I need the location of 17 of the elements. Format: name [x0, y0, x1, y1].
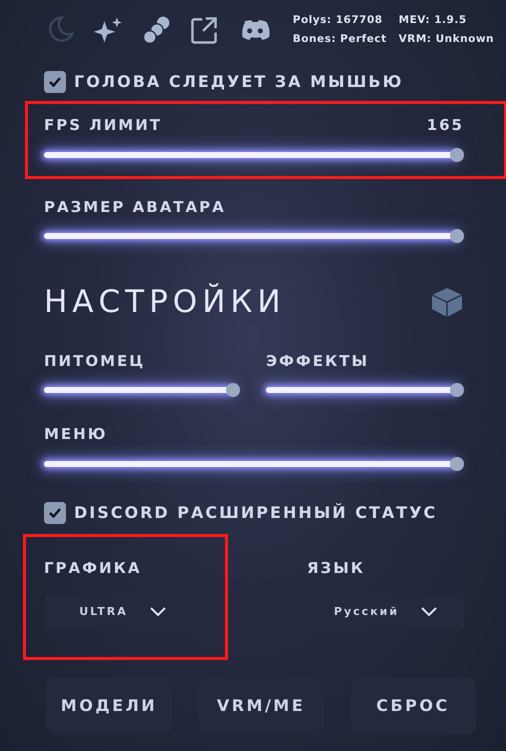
stat-text: MEV: 1.9.5: [398, 12, 468, 28]
checkbox-label: DISCORD РАСШИРЕННЫЙ СТАТУС: [74, 502, 438, 524]
stat-text: Polys: 167708: [292, 12, 384, 28]
stat-text: Bones: Perfect: [292, 32, 387, 46]
slider-label: FPS ЛИМИТ: [44, 115, 162, 136]
slider-label: МЕНЮ: [44, 424, 108, 445]
menu-button[interactable]: СБРОС: [350, 677, 476, 735]
slider-label: ЭФФЕКТЫ: [266, 350, 370, 372]
menu-button[interactable]: МОДЕЛИ: [46, 677, 172, 735]
slider-label: РАЗМЕР АВАТАРА: [44, 196, 226, 218]
slider-label: ПИТОМЕЦ: [44, 350, 146, 372]
select-label: ГРАФИКА: [44, 558, 142, 578]
slider-value: 165: [426, 115, 464, 136]
section-title: НАСТРОЙКИ: [44, 282, 286, 322]
stat-text: VRM: Unknown: [398, 32, 494, 46]
checkbox-label: ГОЛОВА СЛЕДУЕТ ЗА МЫШЬЮ: [74, 71, 404, 93]
select-label: ЯЗЫК: [307, 558, 366, 578]
